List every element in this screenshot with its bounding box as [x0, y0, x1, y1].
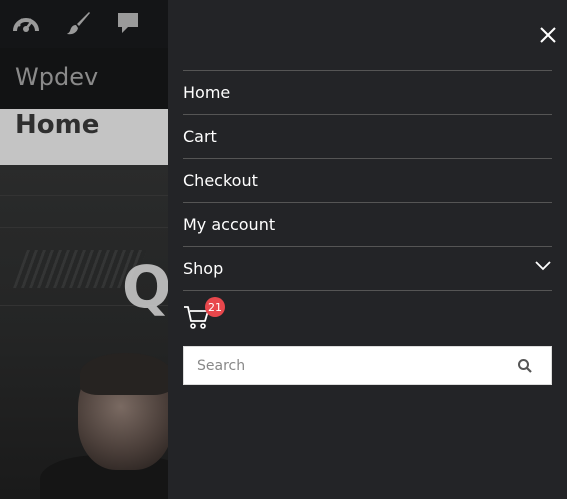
background-page: Wpdev Home Q — [0, 0, 168, 499]
comments-icon[interactable] — [113, 8, 143, 38]
customize-brush-icon[interactable] — [63, 8, 93, 38]
menu-item-label[interactable]: My account — [183, 215, 275, 234]
close-icon[interactable] — [537, 24, 559, 46]
menu-item-label[interactable]: Checkout — [183, 171, 258, 190]
search-form — [183, 346, 552, 385]
menu-item-my-account[interactable]: My account — [183, 203, 552, 247]
cart-count-badge: 21 — [205, 297, 225, 317]
menu-item-shop[interactable]: Shop — [183, 247, 552, 291]
search-input[interactable] — [184, 347, 504, 384]
menu-item-home[interactable]: Home — [183, 71, 552, 115]
dashboard-icon[interactable] — [11, 8, 41, 38]
menu-item-checkout[interactable]: Checkout — [183, 159, 552, 203]
menu-item-label[interactable]: Cart — [183, 127, 217, 146]
hero-heading-letter: Q — [122, 253, 168, 321]
site-title[interactable]: Wpdev — [15, 63, 98, 91]
mobile-menu-list: Home Cart Checkout My account Shop — [183, 70, 552, 291]
person-hair — [80, 353, 168, 395]
page-title: Home — [15, 110, 100, 140]
admin-bar — [0, 0, 168, 48]
search-icon[interactable] — [517, 358, 533, 374]
menu-item-label[interactable]: Home — [183, 83, 230, 102]
chevron-down-icon[interactable] — [534, 257, 552, 275]
menu-item-cart[interactable]: Cart — [183, 115, 552, 159]
menu-item-label[interactable]: Shop — [183, 259, 223, 278]
hero-image — [0, 165, 168, 499]
